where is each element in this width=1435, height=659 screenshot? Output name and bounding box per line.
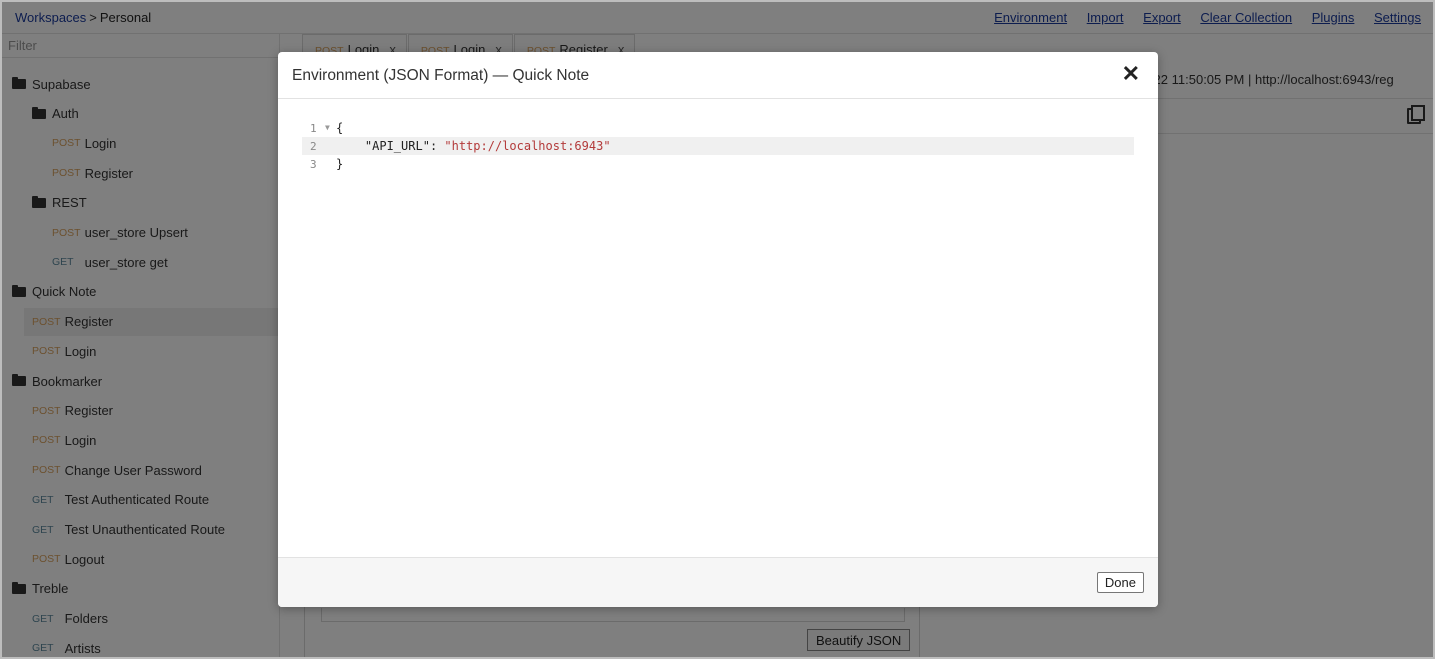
editor-line-3: 3 } <box>302 155 1134 173</box>
line-number: 3 <box>310 157 317 171</box>
done-button[interactable]: Done <box>1096 572 1144 593</box>
json-key: "API_URL" <box>364 139 430 153</box>
code-text: } <box>336 157 344 171</box>
code-text: "API_URL": "http://localhost:6943" <box>336 139 611 153</box>
fold-arrow-icon[interactable]: ▼ <box>325 123 330 132</box>
json-colon: : <box>429 139 445 153</box>
json-value: "http://localhost:6943" <box>444 139 611 153</box>
editor-line-1: 1 ▼ { <box>302 119 1134 137</box>
modal-header: Environment (JSON Format) — Quick Note ✕ <box>278 52 1158 99</box>
close-icon[interactable]: ✕ <box>1122 63 1140 85</box>
environment-modal: Environment (JSON Format) — Quick Note ✕… <box>278 52 1158 607</box>
line-number: 2 <box>310 139 317 153</box>
line-number: 1 ▼ <box>310 121 330 135</box>
code-text: { <box>336 121 344 135</box>
modal-title: Environment (JSON Format) — Quick Note <box>292 67 590 84</box>
json-editor[interactable]: 1 ▼ { 2 "API_URL": "http://localhost:6943… <box>302 119 1134 179</box>
modal-footer: Done <box>278 557 1158 607</box>
editor-line-2: 2 "API_URL": "http://localhost:6943" <box>302 137 1134 155</box>
